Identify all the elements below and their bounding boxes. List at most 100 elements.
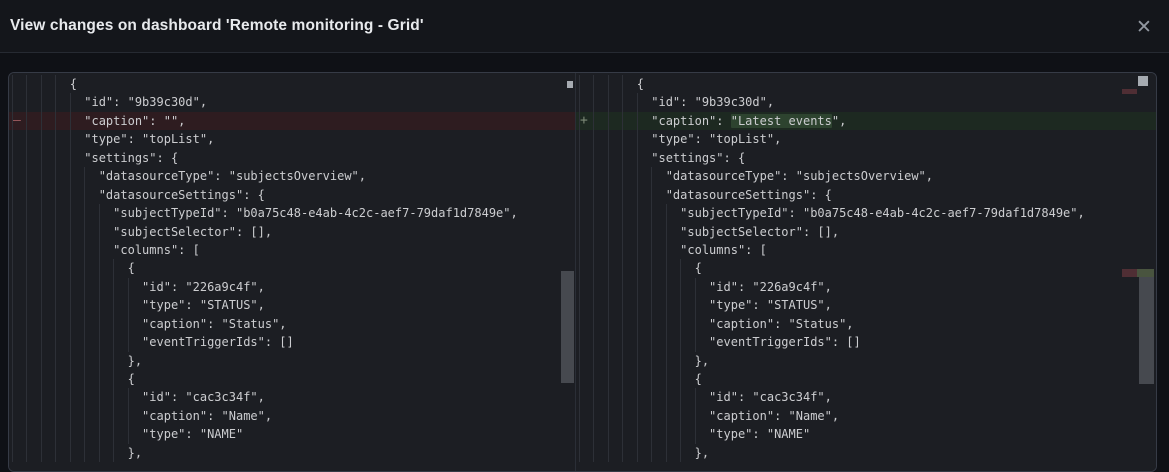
indent-guide (12, 204, 13, 222)
diff-line-removed[interactable]: – "caption": "", (9, 112, 575, 130)
indent-guide (55, 278, 56, 296)
code-line[interactable]: "subjectSelector": [], (9, 223, 575, 241)
code-line[interactable]: "settings": { (576, 149, 1156, 167)
indent-guide (637, 315, 638, 333)
code-line[interactable]: "caption": "Name", (576, 407, 1156, 425)
code-line[interactable]: "type": "NAME" (9, 425, 575, 443)
code-line[interactable]: "columns": [ (9, 241, 575, 259)
diff-container: { "id": "9b39c30d",– "caption": "", "typ… (8, 72, 1157, 472)
indent-guide (84, 407, 85, 425)
indent-guide (608, 241, 609, 259)
code-line[interactable]: "type": "STATUS", (9, 296, 575, 314)
indent-guide (593, 370, 594, 388)
indent-guide (622, 407, 623, 425)
indent-guide (637, 112, 638, 130)
close-button[interactable]: ✕ (1129, 12, 1159, 42)
indent-guide (99, 278, 100, 296)
code-line[interactable]: { (9, 259, 575, 277)
code-line[interactable]: { (576, 370, 1156, 388)
indent-guide (622, 444, 623, 462)
indent-guide (84, 223, 85, 241)
indent-guide (593, 425, 594, 443)
code-line[interactable]: "eventTriggerIds": [] (576, 333, 1156, 351)
indent-guide (12, 241, 13, 259)
code-line[interactable]: }, (576, 444, 1156, 462)
indent-guide (579, 425, 580, 443)
code-line[interactable]: "caption": "Status", (9, 315, 575, 333)
indent-guide (637, 370, 638, 388)
indent-guide (26, 315, 27, 333)
indent-guide (637, 204, 638, 222)
indent-guide (84, 444, 85, 462)
indent-guide (99, 425, 100, 443)
indent-guide (113, 370, 114, 388)
indent-guide (622, 315, 623, 333)
indent-guide (579, 315, 580, 333)
indent-guide (622, 352, 623, 370)
code-line[interactable]: "id": "226a9c4f", (9, 278, 575, 296)
code-line[interactable]: { (9, 370, 575, 388)
code-line[interactable]: }, (576, 352, 1156, 370)
indent-guide (113, 278, 114, 296)
code-line[interactable]: "type": "topList", (9, 130, 575, 148)
code-line[interactable]: "columns": [ (576, 241, 1156, 259)
code-line[interactable]: "type": "NAME" (576, 425, 1156, 443)
indent-guide (666, 223, 667, 241)
indent-guide (84, 333, 85, 351)
indent-guide (666, 241, 667, 259)
code-line[interactable]: "id": "226a9c4f", (576, 278, 1156, 296)
code-line[interactable]: "datasourceSettings": { (576, 186, 1156, 204)
indent-guide (666, 296, 667, 314)
original-code-panel[interactable]: { "id": "9b39c30d",– "caption": "", "typ… (9, 73, 575, 471)
indent-guide (70, 93, 71, 111)
code-line[interactable]: "eventTriggerIds": [] (9, 333, 575, 351)
indent-guide (637, 444, 638, 462)
indent-guide (666, 444, 667, 462)
indent-guide (593, 112, 594, 130)
code-text: "subjectTypeId": "b0a75c48-e4ab-4c2c-aef… (12, 206, 518, 220)
code-line[interactable]: "id": "9b39c30d", (576, 93, 1156, 111)
code-line[interactable]: { (576, 259, 1156, 277)
code-line[interactable]: "type": "STATUS", (576, 296, 1156, 314)
diff-line-added[interactable]: + "caption": "Latest events", (576, 112, 1156, 130)
code-line[interactable]: }, (9, 444, 575, 462)
indent-guide (579, 75, 580, 93)
modified-code-panel[interactable]: { "id": "9b39c30d",+ "caption": "Latest … (575, 73, 1156, 471)
indent-guide (579, 444, 580, 462)
vertical-scrollbar-thumb[interactable] (561, 271, 574, 383)
indent-guide (113, 333, 114, 351)
code-text: "caption": (579, 114, 731, 128)
code-line[interactable]: "datasourceSettings": { (9, 186, 575, 204)
indent-guide (651, 370, 652, 388)
code-line[interactable]: "settings": { (9, 149, 575, 167)
indent-guide (55, 186, 56, 204)
code-line[interactable]: { (9, 75, 575, 93)
code-line[interactable]: "caption": "Status", (576, 315, 1156, 333)
indent-guide (579, 223, 580, 241)
code-line[interactable]: "id": "cac3c34f", (576, 388, 1156, 406)
code-line[interactable]: "datasourceType": "subjectsOverview", (576, 167, 1156, 185)
code-line[interactable]: { (576, 75, 1156, 93)
code-line[interactable]: "datasourceType": "subjectsOverview", (9, 167, 575, 185)
code-line[interactable]: "subjectTypeId": "b0a75c48-e4ab-4c2c-aef… (576, 204, 1156, 222)
code-line[interactable]: "id": "cac3c34f", (9, 388, 575, 406)
indent-guide (84, 370, 85, 388)
indent-guide (41, 93, 42, 111)
indent-guide (680, 352, 681, 370)
indent-guide (593, 149, 594, 167)
indent-guide (666, 425, 667, 443)
indent-guide (593, 75, 594, 93)
indent-guide (695, 388, 696, 406)
vertical-scrollbar-thumb[interactable] (1139, 277, 1154, 384)
code-line[interactable]: "caption": "Name", (9, 407, 575, 425)
code-line[interactable]: "id": "9b39c30d", (9, 93, 575, 111)
code-line[interactable]: "subjectTypeId": "b0a75c48-e4ab-4c2c-aef… (9, 204, 575, 222)
diff-added-marker: + (580, 112, 588, 130)
code-line[interactable]: "type": "topList", (576, 130, 1156, 148)
code-line[interactable]: "subjectSelector": [], (576, 223, 1156, 241)
indent-guide (593, 296, 594, 314)
overview-ruler-added-mark (1137, 269, 1154, 277)
indent-guide (99, 352, 100, 370)
code-text: "settings": { (579, 151, 745, 165)
code-line[interactable]: }, (9, 352, 575, 370)
